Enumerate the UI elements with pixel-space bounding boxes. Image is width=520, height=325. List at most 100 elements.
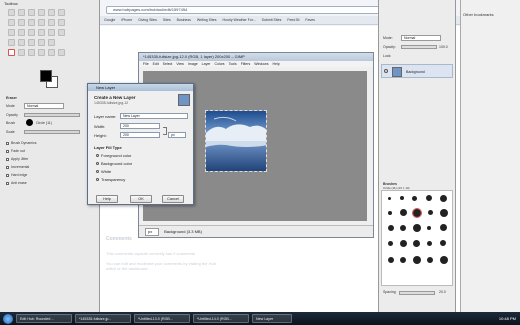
brush-item[interactable] <box>413 224 421 232</box>
bookmark-item[interactable]: Faves <box>305 18 315 22</box>
ok-button[interactable]: OK <box>130 195 152 203</box>
taskbar-item[interactable]: *Untitled-14.0 (RGB... <box>193 314 249 323</box>
menu-item[interactable]: Filters <box>241 62 251 66</box>
free-select-tool-icon[interactable] <box>28 9 35 16</box>
layer-name-input[interactable]: New Layer <box>120 113 188 119</box>
taskbar-item[interactable]: Edit Hub: Rounded ... <box>16 314 72 323</box>
brush-item-selected[interactable] <box>412 208 422 218</box>
bookmark-item[interactable]: Sites <box>163 18 171 22</box>
airbrush-tool-icon[interactable] <box>18 49 25 56</box>
menu-item[interactable]: Image <box>188 62 198 66</box>
bucket-fill-tool-icon[interactable] <box>18 39 25 46</box>
brush-preview-icon[interactable] <box>26 119 33 126</box>
brush-item[interactable] <box>400 257 406 263</box>
bookmark-item[interactable]: Business <box>177 18 191 22</box>
scale-slider[interactable] <box>24 130 80 134</box>
fill-option-foreground[interactable]: Foreground color <box>96 153 131 158</box>
align-tool-icon[interactable] <box>58 19 65 26</box>
crop-tool-icon[interactable] <box>8 29 15 36</box>
menu-item[interactable]: Layer <box>202 62 211 66</box>
zoom-unit[interactable]: px <box>145 228 159 236</box>
brush-item[interactable] <box>388 241 393 246</box>
help-button[interactable]: Help <box>96 195 118 203</box>
menu-item[interactable]: Help <box>272 62 279 66</box>
layers-mode-select[interactable]: Normal <box>401 35 441 41</box>
fill-option-white[interactable]: White <box>96 169 111 174</box>
cancel-button[interactable]: Cancel <box>162 195 184 203</box>
rotate-tool-icon[interactable] <box>18 29 25 36</box>
brush-item[interactable] <box>400 240 407 247</box>
brush-item[interactable] <box>400 209 407 216</box>
ink-tool-icon[interactable] <box>28 49 35 56</box>
other-bookmarks-label[interactable]: Other bookmarks <box>463 12 494 17</box>
scale-tool-icon[interactable] <box>28 29 35 36</box>
zoom-tool-icon[interactable] <box>28 19 35 26</box>
color-select-tool-icon[interactable] <box>48 9 55 16</box>
taskbar-item[interactable]: *145335-fullsize.jp... <box>75 314 131 323</box>
measure-tool-icon[interactable] <box>38 19 45 26</box>
height-input[interactable]: 200 <box>120 132 160 138</box>
brush-item[interactable] <box>427 226 431 230</box>
clone-tool-icon[interactable] <box>38 49 45 56</box>
heal-tool-icon[interactable] <box>48 49 55 56</box>
option-apply-jitter[interactable]: Apply Jitter <box>6 157 28 161</box>
eye-icon[interactable] <box>384 69 388 73</box>
mode-select[interactable]: Normal <box>24 103 64 109</box>
brushes-grid[interactable] <box>381 190 453 286</box>
unit-select[interactable]: px <box>168 132 186 138</box>
brush-item[interactable] <box>413 240 420 247</box>
eraser-tool-icon[interactable] <box>8 49 15 56</box>
layer-row[interactable]: Background <box>381 64 453 78</box>
brush-item[interactable] <box>440 195 447 202</box>
start-button-icon[interactable] <box>3 313 13 324</box>
brush-item[interactable] <box>388 257 394 263</box>
bookmark-item[interactable]: Giving Sites <box>138 18 157 22</box>
brush-item[interactable] <box>388 197 391 200</box>
option-incremental[interactable]: Incremental <box>6 165 29 169</box>
foreground-color-swatch[interactable] <box>40 70 52 82</box>
menu-item[interactable]: Windows <box>254 62 268 66</box>
smudge-tool-icon[interactable] <box>58 49 65 56</box>
brush-item[interactable] <box>400 196 404 200</box>
text-tool-icon[interactable] <box>8 39 15 46</box>
blend-tool-icon[interactable] <box>28 39 35 46</box>
brush-item[interactable] <box>412 196 417 201</box>
brush-item[interactable] <box>388 211 392 215</box>
brush-item[interactable] <box>426 195 432 201</box>
opacity-slider[interactable] <box>24 113 80 117</box>
bookmark-item[interactable]: Submit Sites <box>262 18 282 22</box>
brush-item[interactable] <box>427 241 432 246</box>
scissors-tool-icon[interactable] <box>58 9 65 16</box>
menu-item[interactable]: File <box>143 62 149 66</box>
spacing-slider[interactable] <box>399 291 435 295</box>
option-fade-out[interactable]: Fade out <box>6 149 25 153</box>
brush-item[interactable] <box>440 224 447 231</box>
rect-select-tool-icon[interactable] <box>8 9 15 16</box>
bookmark-item[interactable]: Writing Sites <box>197 18 217 22</box>
ellipse-select-tool-icon[interactable] <box>18 9 25 16</box>
brush-item[interactable] <box>428 210 433 215</box>
brush-item[interactable] <box>440 240 446 246</box>
perspective-tool-icon[interactable] <box>48 29 55 36</box>
layers-opacity-slider[interactable] <box>401 45 437 49</box>
brush-item[interactable] <box>440 256 448 264</box>
option-hard-edge[interactable]: Hard edge <box>6 173 27 177</box>
menu-item[interactable]: Tools <box>229 62 237 66</box>
flip-tool-icon[interactable] <box>58 29 65 36</box>
brush-item[interactable] <box>440 209 448 217</box>
menu-item[interactable]: Colors <box>214 62 224 66</box>
option-brush-dynamics[interactable]: Brush Dynamics <box>6 141 36 145</box>
bookmark-item[interactable]: iPhone <box>121 18 132 22</box>
pencil-tool-icon[interactable] <box>38 39 45 46</box>
option-anti-erase[interactable]: Anti erase <box>6 181 27 185</box>
menu-item[interactable]: Select <box>163 62 173 66</box>
chain-link-icon[interactable] <box>163 127 167 135</box>
taskbar-item[interactable]: New Layer <box>252 314 292 323</box>
bookmark-item[interactable]: Feed Bl <box>287 18 299 22</box>
brush-item[interactable] <box>388 225 394 231</box>
shear-tool-icon[interactable] <box>38 29 45 36</box>
fill-option-background[interactable]: Background color <box>96 161 132 166</box>
menu-item[interactable]: Edit <box>153 62 159 66</box>
paintbrush-tool-icon[interactable] <box>48 39 55 46</box>
bookmark-item[interactable]: Hourly Weather For... <box>222 18 255 22</box>
